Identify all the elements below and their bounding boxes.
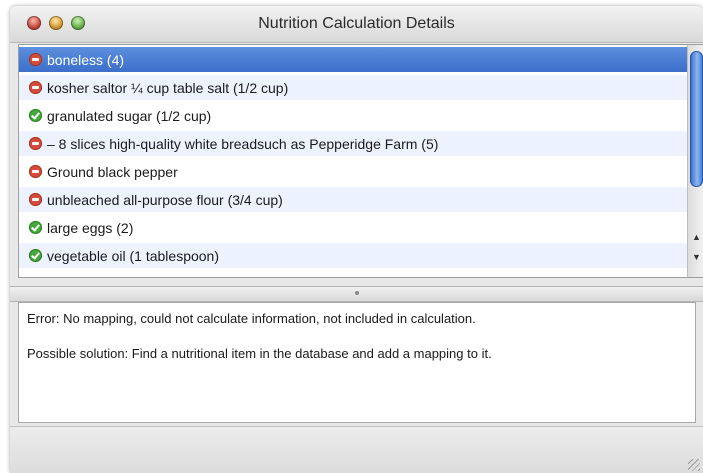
scroll-down-arrow-icon[interactable]: ▼: [688, 249, 703, 265]
resize-grip-icon[interactable]: [688, 459, 700, 471]
checkmark-icon: [29, 221, 42, 234]
error-icon: [29, 193, 42, 206]
solution-message: Possible solution: Find a nutritional it…: [27, 346, 492, 361]
ingredient-row[interactable]: – 8 slices high-quality white breadsuch …: [19, 131, 687, 156]
ingredient-label: large eggs (2): [47, 219, 134, 236]
ingredient-row[interactable]: kosher saltor ¼ cup table salt (1/2 cup): [19, 75, 687, 100]
ingredient-list-scrollbar[interactable]: ▲ ▼: [687, 45, 703, 277]
scrollbar-thumb[interactable]: [690, 51, 703, 187]
ingredient-label: boneless (4): [47, 51, 125, 68]
title-bar[interactable]: Nutrition Calculation Details: [10, 6, 703, 43]
ingredient-label: Ground black pepper: [47, 163, 178, 180]
ingredient-row[interactable]: boneless (4): [19, 47, 687, 72]
checkmark-icon: [29, 109, 42, 122]
scroll-up-arrow-icon[interactable]: ▲: [688, 229, 703, 245]
ingredient-row[interactable]: unbleached all-purpose flour (3/4 cup): [19, 187, 687, 212]
ingredient-row[interactable]: Ground black pepper: [19, 159, 687, 184]
ingredient-row[interactable]: vegetable oil (1 tablespoon): [19, 243, 687, 268]
window-footer: [10, 426, 703, 473]
ingredient-list[interactable]: boneless (4) kosher saltor ¼ cup table sa…: [18, 44, 703, 278]
ingredient-label: unbleached all-purpose flour (3/4 cup): [47, 191, 283, 208]
details-text-area[interactable]: Error: No mapping, could not calculate i…: [18, 302, 696, 423]
window-title: Nutrition Calculation Details: [258, 15, 455, 32]
error-icon: [29, 165, 42, 178]
ingredient-label: – 8 slices high-quality white breadsuch …: [47, 135, 439, 152]
checkmark-icon: [29, 249, 42, 262]
error-icon: [29, 137, 42, 150]
error-message: Error: No mapping, could not calculate i…: [27, 311, 476, 326]
pane-splitter[interactable]: [10, 286, 703, 302]
ingredient-label: granulated sugar (1/2 cup): [47, 107, 212, 124]
ingredient-row[interactable]: large eggs (2): [19, 215, 687, 240]
splitter-grip-icon: [355, 291, 359, 295]
error-icon: [29, 81, 42, 94]
ingredient-label: kosher saltor ¼ cup table salt (1/2 cup): [47, 79, 289, 96]
nutrition-details-window: Nutrition Calculation Details boneless (…: [10, 6, 703, 473]
ingredient-label: vegetable oil (1 tablespoon): [47, 247, 220, 264]
ingredient-row[interactable]: granulated sugar (1/2 cup): [19, 103, 687, 128]
error-icon: [29, 53, 42, 66]
